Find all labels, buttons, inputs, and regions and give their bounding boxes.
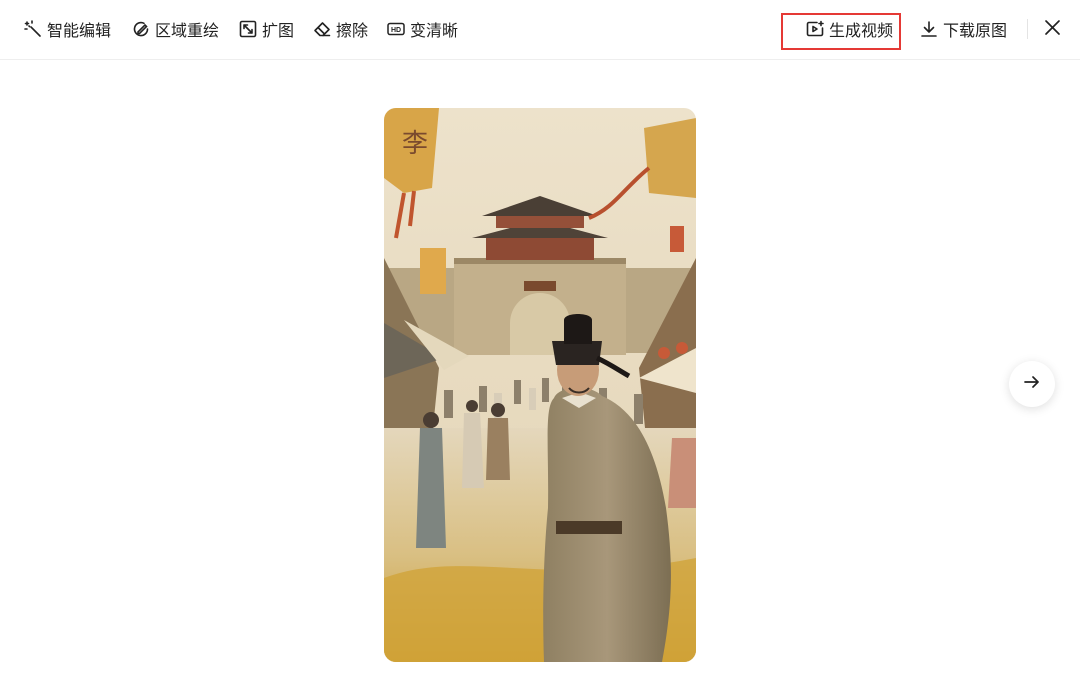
generate-video-button[interactable]: 生成视频 — [806, 14, 893, 44]
smart-edit-button[interactable]: 智能编辑 — [24, 14, 111, 44]
region-redraw-label: 区域重绘 — [155, 21, 220, 40]
generate-video-label: 生成视频 — [829, 21, 894, 40]
arrow-right-icon — [1023, 373, 1041, 395]
download-original-button[interactable]: 下载原图 — [920, 14, 1007, 44]
eraser-icon — [313, 20, 331, 38]
expand-icon — [239, 20, 257, 38]
toolbar-divider — [1027, 19, 1028, 39]
redraw-icon — [132, 20, 150, 38]
svg-text:HD: HD — [391, 27, 401, 34]
hd-icon: HD — [387, 20, 405, 38]
enhance-clarity-button[interactable]: HD 变清晰 — [387, 14, 458, 44]
region-redraw-button[interactable]: 区域重绘 — [132, 14, 219, 44]
generated-image: 李 — [384, 108, 696, 662]
magic-wand-icon — [24, 20, 42, 38]
video-add-icon — [806, 20, 824, 38]
smart-edit-label: 智能编辑 — [47, 21, 112, 40]
erase-button[interactable]: 擦除 — [313, 14, 368, 44]
image-viewer: 李 — [384, 108, 696, 662]
close-icon — [1044, 19, 1061, 40]
top-toolbar: 智能编辑 区域重绘 扩图 擦除 HD 变清晰 生成视频 下载原图 — [0, 0, 1080, 60]
banner-character: 李 — [402, 129, 428, 159]
enhance-clarity-label: 变清晰 — [410, 21, 459, 40]
expand-image-label: 扩图 — [262, 21, 295, 40]
expand-image-button[interactable]: 扩图 — [239, 14, 294, 44]
next-image-button[interactable] — [1009, 361, 1055, 407]
download-original-label: 下载原图 — [943, 21, 1008, 40]
erase-label: 擦除 — [336, 21, 369, 40]
close-button[interactable] — [1040, 17, 1064, 41]
download-icon — [920, 20, 938, 38]
